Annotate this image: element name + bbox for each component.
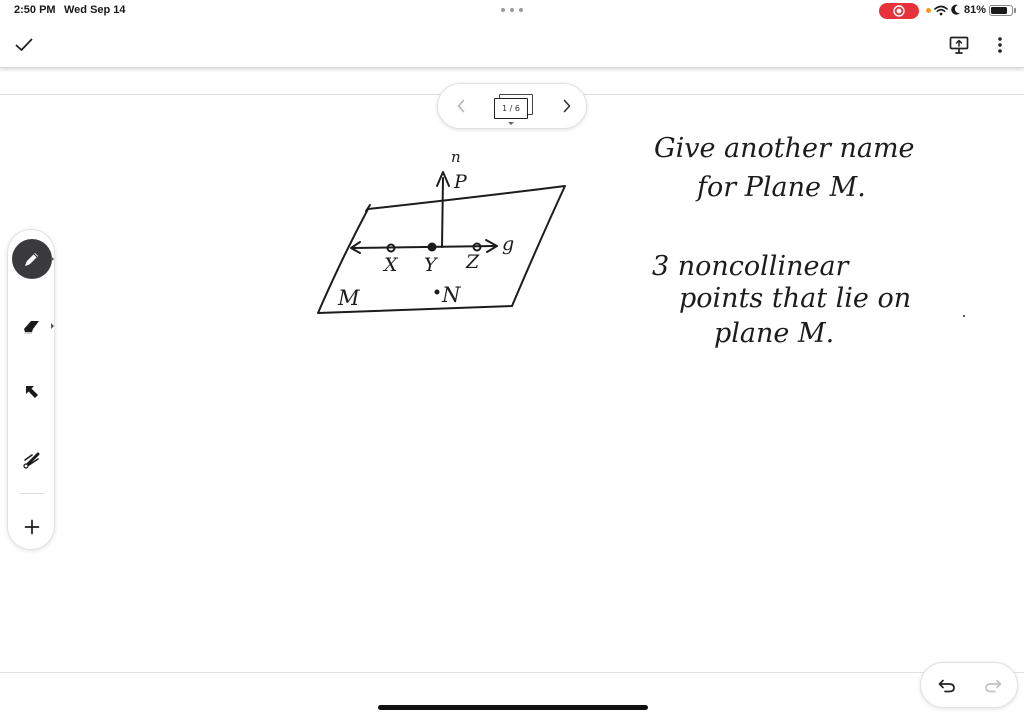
page-navigator: 1 / 6 [437, 83, 587, 129]
ray-y-to-p [441, 177, 444, 248]
label-line-g: g [502, 233, 515, 255]
page-bottom-edge [0, 672, 1024, 673]
label-point-n: N [442, 283, 461, 307]
pen-options-caret-icon[interactable] [51, 256, 54, 262]
select-tool-button[interactable] [12, 372, 52, 412]
eraser-options-caret-icon[interactable] [51, 323, 54, 329]
tool-palette [7, 229, 55, 550]
label-point-p: P [454, 171, 467, 193]
question-2-line-3: plane M. [714, 318, 835, 349]
pen-icon [25, 253, 38, 266]
undo-icon [938, 679, 955, 693]
question-1-line-1: Give another name [654, 133, 915, 164]
question-2-line-2: points that lie on [679, 283, 912, 314]
previous-page-button[interactable] [452, 96, 470, 116]
redo-button[interactable] [981, 674, 1005, 698]
label-ray-n: n [451, 148, 461, 166]
tool-divider [20, 493, 44, 494]
eraser-tool-button[interactable] [12, 306, 52, 346]
label-point-x: X [384, 254, 398, 276]
laser-tool-button[interactable] [12, 440, 52, 480]
active-tool-highlight [12, 239, 52, 279]
redo-icon [985, 679, 1002, 693]
add-button[interactable] [12, 507, 52, 547]
label-plane-m: M [338, 286, 360, 310]
laser-pointer-icon [23, 452, 40, 469]
question-1-line-2: for Plane M. [697, 172, 866, 203]
page-overview-button[interactable]: 1 / 6 [494, 94, 534, 125]
chevron-left-icon [457, 99, 465, 113]
page-indicator: 1 / 6 [494, 98, 528, 119]
eraser-icon [24, 321, 39, 334]
pen-tool-button[interactable] [12, 239, 52, 279]
page-menu-caret-icon [508, 122, 514, 125]
question-2-line-1: 3 noncollinear [652, 251, 849, 282]
label-point-z: Z [466, 251, 480, 273]
point-y-mark [427, 242, 437, 252]
next-page-button[interactable] [558, 96, 576, 116]
chevron-right-icon [563, 99, 571, 113]
plus-icon [24, 519, 40, 535]
undo-button[interactable] [935, 674, 959, 698]
stray-ink-dot [963, 315, 965, 317]
label-point-y: Y [424, 254, 437, 276]
point-n-mark [434, 289, 440, 295]
arrow-cursor-icon [26, 386, 38, 398]
undo-redo-controls [920, 662, 1018, 708]
home-indicator[interactable] [378, 705, 648, 710]
